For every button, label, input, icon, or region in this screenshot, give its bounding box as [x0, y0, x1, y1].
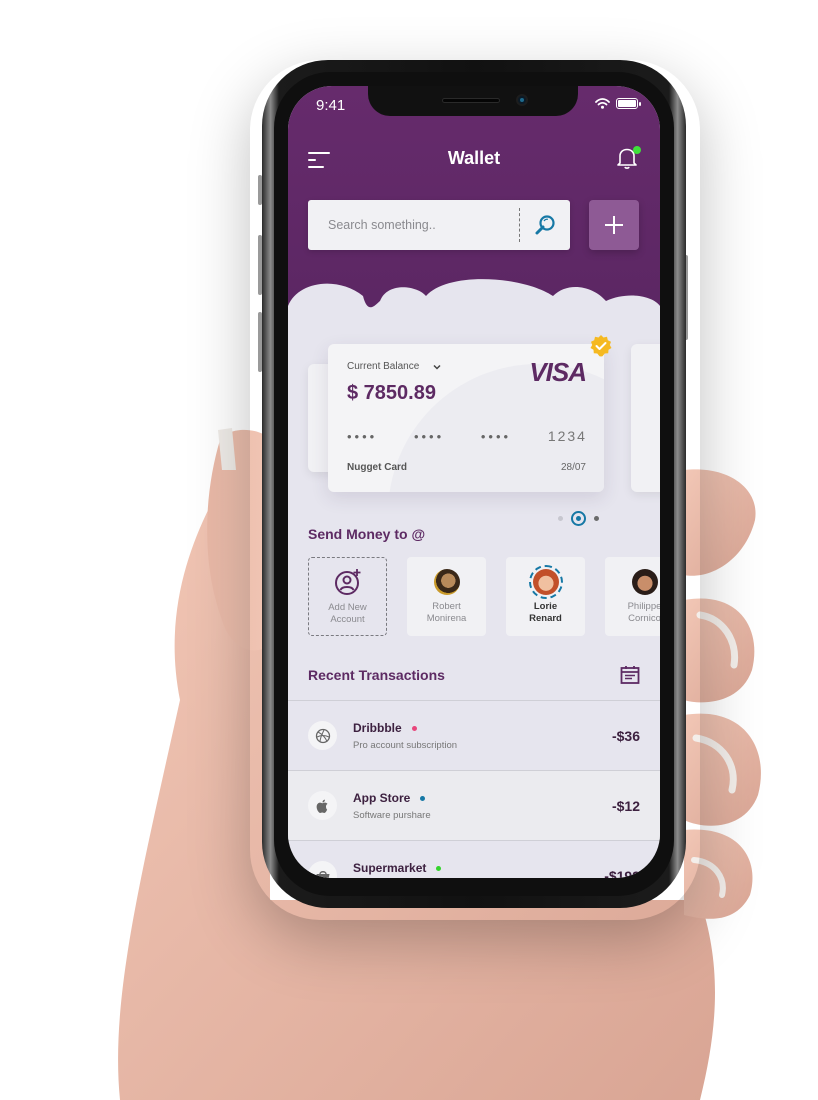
battery-icon	[616, 98, 641, 109]
add-new-account-button[interactable]: Add New Account	[308, 557, 387, 636]
balance-card[interactable]: Current Balance $ 7850.89 VISA •••• ••••…	[328, 344, 604, 492]
send-money-title: Send Money to @	[308, 526, 426, 542]
balance-label: Current Balance	[347, 361, 420, 372]
notch	[368, 86, 578, 116]
pager-dot-2-active[interactable]	[571, 511, 586, 526]
card-number-group: ••••	[480, 428, 512, 444]
transaction-name-text: App Store	[353, 791, 411, 805]
front-camera	[516, 94, 528, 106]
contact-last-name: Monirena	[426, 613, 467, 624]
notification-bell-icon[interactable]	[616, 146, 641, 172]
search-divider	[519, 208, 520, 242]
apple-icon	[308, 791, 337, 820]
contact-last-name: Cornico	[628, 613, 660, 624]
contact-card[interactable]: Robert Monirena	[407, 557, 486, 636]
contact-card[interactable]: Philippe Cornico	[605, 557, 660, 636]
verified-badge-icon	[590, 335, 612, 357]
transaction-subtitle: Pro account subscription	[353, 740, 458, 751]
earpiece-speaker	[442, 98, 500, 103]
page-title: Wallet	[447, 148, 501, 168]
transaction-row[interactable]: App Store Software purshare -$12	[288, 770, 660, 840]
pager-dot-3[interactable]	[594, 516, 599, 521]
recent-transactions-title: Recent Transactions	[308, 667, 445, 683]
dribbble-icon	[308, 721, 337, 750]
contact-first-name: Philippe	[627, 601, 660, 612]
transaction-name: Dribbble	[353, 721, 417, 735]
contact-name: Robert Monirena	[427, 601, 467, 625]
card-next[interactable]	[631, 344, 660, 492]
avatar	[631, 569, 658, 595]
card-number-last4: 1234	[547, 428, 587, 444]
contact-name: Lorie Renard	[529, 601, 562, 625]
status-time: 9:41	[316, 97, 346, 114]
app-screen: 9:41 Wallet Search something.. Current B…	[288, 86, 660, 878]
contacts-list: Add New Account Robert Monirena Lorie Re…	[308, 557, 660, 636]
status-dot	[420, 796, 426, 802]
balance-amount: $ 7850.89	[347, 382, 436, 404]
card-number-group: ••••	[347, 428, 378, 444]
carousel-pager	[558, 511, 599, 526]
contact-name: Philippe Cornico	[628, 601, 660, 625]
top-bar: Wallet	[288, 144, 660, 176]
transaction-row[interactable]: Supermarket Shopping -$199	[288, 840, 660, 878]
contact-last-name: Renard	[529, 613, 562, 624]
add-new-account-label: Add New Account	[328, 602, 367, 626]
transaction-name: Supermarket	[353, 861, 442, 875]
stage: 9:41 Wallet Search something.. Current B…	[0, 0, 818, 1100]
phone-frame: 9:41 Wallet Search something.. Current B…	[262, 60, 686, 908]
chevron-down-icon[interactable]	[432, 362, 442, 372]
calendar-icon[interactable]	[620, 665, 640, 685]
avatar	[433, 569, 460, 595]
visa-logo: VISA	[529, 357, 587, 387]
transaction-name: App Store	[353, 791, 426, 805]
card-number: •••• •••• •••• 1234	[347, 428, 587, 444]
basket-icon	[308, 861, 337, 878]
transaction-row[interactable]: Dribbble Pro account subscription -$36	[288, 700, 660, 770]
transaction-name-text: Supermarket	[353, 861, 427, 875]
status-dot	[436, 866, 442, 872]
transaction-name-text: Dribbble	[353, 721, 402, 735]
avatar	[528, 565, 563, 599]
add-user-icon	[334, 569, 360, 595]
transaction-amount: -$12	[611, 798, 640, 814]
contact-card-selected[interactable]: Lorie Renard	[506, 557, 585, 636]
notification-badge	[633, 146, 641, 154]
transaction-amount: -$199	[604, 868, 640, 878]
search-icon[interactable]	[533, 213, 557, 237]
add-new-line2: Account	[330, 614, 365, 625]
card-number-group: ••••	[413, 428, 445, 444]
transaction-subtitle: Software purshare	[353, 810, 431, 821]
pager-dot-1[interactable]	[558, 516, 563, 521]
transactions-list: Dribbble Pro account subscription -$36 A…	[288, 700, 660, 878]
add-button[interactable]	[589, 200, 639, 250]
transaction-amount: -$36	[611, 728, 640, 744]
add-new-line1: Add New	[328, 602, 367, 613]
search-bar	[308, 200, 570, 250]
card-name: Nugget Card	[347, 462, 407, 473]
card-expiry: 28/07	[560, 462, 586, 473]
contact-first-name: Robert	[432, 601, 461, 612]
wifi-icon	[595, 98, 610, 109]
status-icons	[595, 98, 641, 109]
status-dot	[411, 726, 417, 732]
contact-first-name: Lorie	[533, 601, 558, 612]
phone-bezel: 9:41 Wallet Search something.. Current B…	[274, 72, 674, 896]
search-input[interactable]	[328, 200, 508, 250]
